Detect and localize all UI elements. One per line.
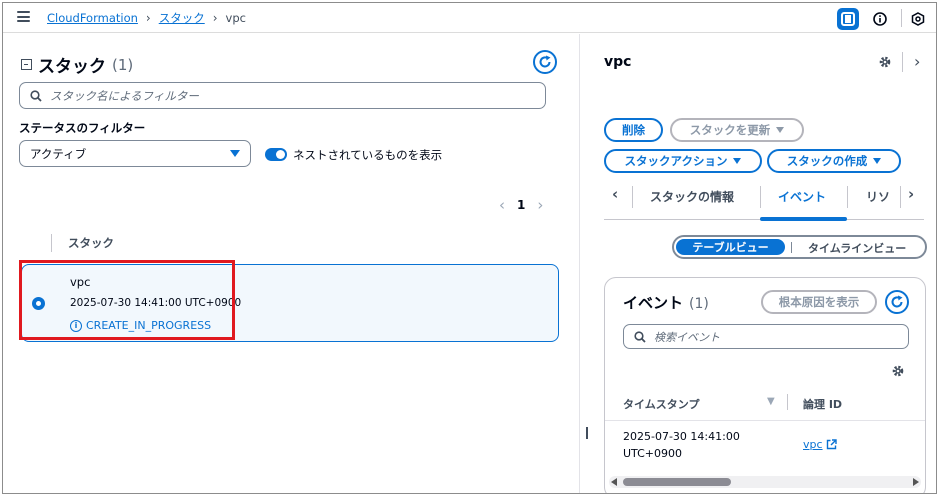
breadcrumb: CloudFormation › スタック › vpc [47,10,246,26]
sort-desc-icon[interactable]: ▼ [767,396,775,407]
header-divider [902,52,903,72]
app-window: CloudFormation › スタック › vpc スタック (1) スタッ… [2,2,937,494]
tab-stack-info[interactable]: スタックの情報 [650,188,734,205]
events-search-input[interactable]: 検索イベント [623,324,909,349]
events-container: イベント (1) 根本原因を表示 検索イベント タイムスタンプ ▼ 論理 ID … [604,277,926,493]
breadcrumb-stacks[interactable]: スタック [159,10,205,26]
refresh-icon [891,295,903,308]
chevron-right-icon[interactable]: › [914,52,920,71]
gear-icon[interactable] [878,55,892,72]
refresh-button[interactable] [533,50,557,74]
prev-page-icon[interactable]: ‹ [499,196,505,214]
create-stack-label: スタックの作成 [786,154,868,168]
stacks-header: スタック (1) [21,52,133,77]
pagination: ‹ 1 › [499,196,543,214]
stack-search-input[interactable]: スタック名によるフィルター [19,82,546,109]
caret-down-icon [776,127,785,133]
external-link-icon [826,439,837,450]
detail-tabs: ‹ スタックの情報 イベント リソ › [604,180,924,221]
update-stack-button[interactable]: スタックを更新 [670,118,804,142]
caret-down-icon [873,158,882,164]
panel-title: スタック [38,57,106,77]
nested-stacks-label: ネストされているものを表示 [293,148,443,162]
events-header: イベント (1) [623,292,709,313]
column-header-timestamp[interactable]: タイムスタンプ [623,396,699,412]
update-stack-label: スタックを更新 [689,123,771,137]
search-icon [634,330,646,343]
timeline-view-option[interactable]: タイムラインビュー [808,240,906,256]
column-header-stack[interactable]: スタック [51,234,114,252]
events-title: イベント [623,294,684,312]
page-number[interactable]: 1 [517,198,525,212]
refresh-icon [539,55,551,68]
root-cause-button[interactable]: 根本原因を表示 [761,290,877,314]
column-divider [787,394,788,410]
next-page-icon[interactable]: › [537,196,543,214]
view-segmented-control: テーブルビュー タイムラインビュー [672,235,927,259]
stacks-panel: スタック (1) スタック名によるフィルター ステータスのフィルター アクティブ… [3,34,579,493]
events-count: (1) [689,296,709,312]
tab-divider [632,186,633,208]
event-timestamp-line1: 2025-07-30 14:41:00 [623,430,740,443]
scroll-left-arrow-icon[interactable] [611,478,617,486]
column-header-logical-id[interactable]: 論理 ID [803,396,842,412]
stack-count: (1) [112,55,134,74]
status-filter-value: アクティブ [30,146,87,161]
info-icon[interactable] [869,8,891,30]
collapse-icon[interactable] [21,59,32,70]
events-refresh-button[interactable] [885,290,909,314]
caret-down-icon [733,158,742,164]
stack-detail-title: vpc [604,54,632,70]
segment-divider [791,242,792,253]
events-search-placeholder: 検索イベント [654,330,720,344]
gear-icon[interactable] [891,364,905,381]
table-header-divider [605,420,925,421]
event-timestamp-line2: UTC+0900 [623,447,683,460]
search-icon [30,89,42,102]
breadcrumb-cloudformation[interactable]: CloudFormation [47,11,138,25]
tab-resources[interactable]: リソ [866,188,890,205]
tab-divider [900,186,901,208]
table-view-option[interactable]: テーブルビュー [676,239,785,255]
logical-id-text[interactable]: vpc [803,436,823,453]
chevron-right-icon: › [145,11,151,25]
tab-events[interactable]: イベント [778,188,826,205]
tab-divider [847,186,848,208]
stack-detail-panel: vpc › 削除 スタックを更新 スタックアクション スタックの作成 ‹ スタッ… [580,34,936,493]
search-placeholder: スタック名によるフィルター [50,88,199,103]
delete-button[interactable]: 削除 [604,118,663,142]
chevron-right-icon: › [212,11,218,25]
status-filter-label: ステータスのフィルター [19,121,146,135]
breadcrumb-current: vpc [225,11,246,25]
tabs-scroll-left-icon[interactable]: ‹ [612,185,618,203]
active-tab-indicator [760,217,847,221]
highlight-box [19,260,235,340]
tabs-scroll-right-icon[interactable]: › [908,185,914,203]
scrollbar-thumb[interactable] [623,478,731,486]
horizontal-scrollbar[interactable] [609,476,921,488]
toolbar-divider [901,9,902,27]
split-panel-icon[interactable] [837,8,859,30]
event-logical-id-link[interactable]: vpc [803,436,837,453]
nested-stacks-toggle[interactable] [265,148,287,161]
status-filter-select[interactable]: アクティブ [19,140,251,167]
stack-actions-button[interactable]: スタックアクション [604,149,762,173]
scroll-right-arrow-icon[interactable] [913,478,919,486]
caret-down-icon [230,150,240,157]
stack-actions-label: スタックアクション [624,154,728,168]
create-stack-button[interactable]: スタックの作成 [767,149,901,173]
tab-divider [760,186,761,208]
top-navigation-bar: CloudFormation › スタック › vpc [3,3,936,33]
menu-icon[interactable] [17,11,30,22]
settings-hex-icon[interactable] [907,8,929,30]
